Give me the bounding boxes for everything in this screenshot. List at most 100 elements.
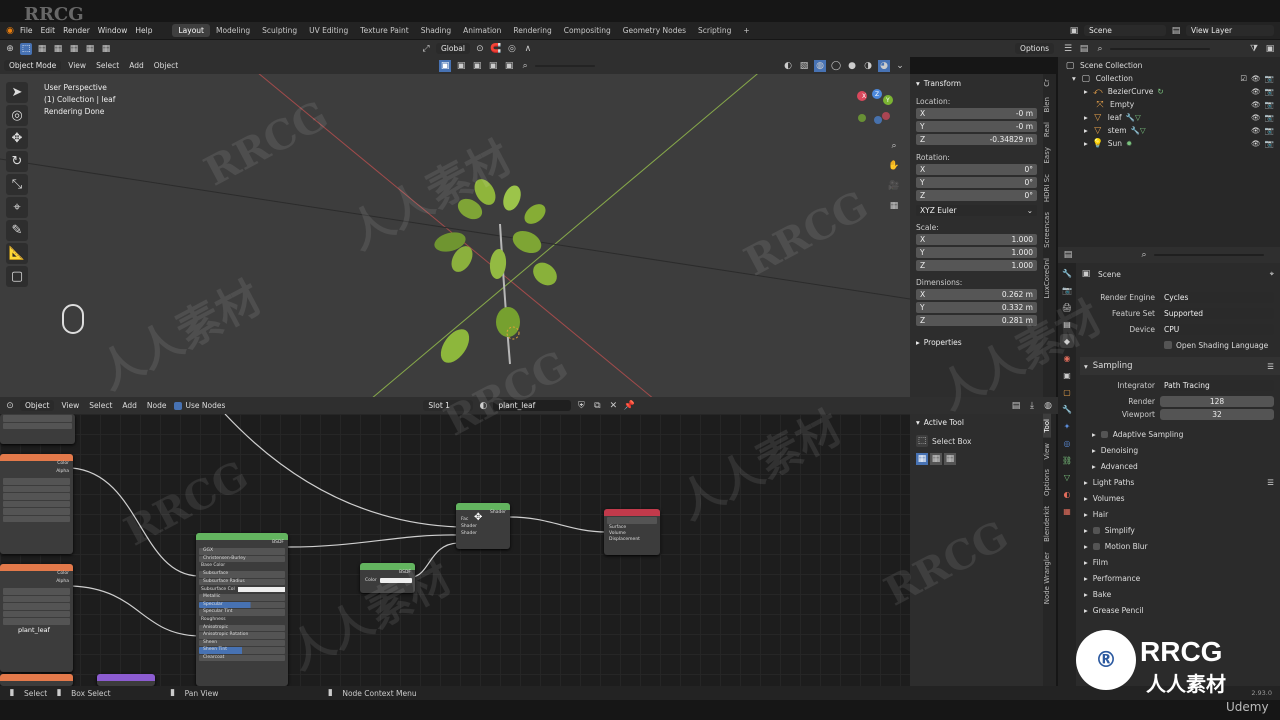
props-search-field[interactable] bbox=[1154, 254, 1264, 256]
pin-icon[interactable]: ⌖ bbox=[1270, 269, 1274, 279]
unlink-icon[interactable]: ✕ bbox=[607, 400, 619, 412]
collection-row[interactable]: ▾ ▢ Collection ☑ 👁 📷 bbox=[1064, 72, 1274, 85]
sheen-field[interactable]: Sheen bbox=[199, 639, 285, 646]
mode-extend-icon[interactable]: ▦ bbox=[930, 453, 942, 465]
tab-tool[interactable]: Tool bbox=[1043, 414, 1051, 438]
eye-icon[interactable]: 👁 bbox=[1251, 139, 1261, 148]
active-tool-header[interactable]: ▾ Active Tool bbox=[916, 418, 1037, 427]
blender-logo-icon[interactable]: ◉ bbox=[4, 25, 16, 37]
particle-props-icon[interactable]: ✦ bbox=[1060, 419, 1074, 433]
scale-tool-icon[interactable]: ⤡ bbox=[6, 174, 28, 195]
viewport-samples-field[interactable]: 32 bbox=[1160, 408, 1274, 420]
mode-subtract-icon[interactable]: ▦ bbox=[944, 453, 956, 465]
overlay-icon[interactable]: ◍ bbox=[1042, 400, 1054, 412]
scene-collection-row[interactable]: ▢ Scene Collection bbox=[1064, 59, 1274, 72]
proportional-icon[interactable]: ◎ bbox=[506, 43, 518, 55]
tab-animation[interactable]: Animation bbox=[457, 24, 507, 37]
options-button[interactable]: Options bbox=[1015, 43, 1054, 54]
tab-geometry-nodes[interactable]: Geometry Nodes bbox=[617, 24, 692, 37]
camera-icon[interactable]: 📷 bbox=[1265, 74, 1274, 83]
advanced-section[interactable]: ▸ Advanced bbox=[1080, 458, 1280, 474]
menu-render[interactable]: Render bbox=[59, 26, 94, 35]
overlay-icon[interactable]: ◍ bbox=[814, 59, 826, 72]
vp-menu-object[interactable]: Object bbox=[151, 61, 181, 70]
mode-set-icon[interactable]: ▦ bbox=[916, 453, 928, 465]
tab-uv-editing[interactable]: UV Editing bbox=[303, 24, 354, 37]
filter-icon[interactable]: ⧩ bbox=[1248, 43, 1260, 55]
clearcoat-field[interactable]: Clearcoat bbox=[199, 654, 285, 661]
collection-props-icon[interactable]: ▣ bbox=[1060, 368, 1074, 382]
cursor-tool-icon[interactable]: ◎ bbox=[6, 105, 28, 126]
filter-icon-3[interactable]: ▣ bbox=[471, 60, 483, 72]
annotate-tool-icon[interactable]: ✎ bbox=[6, 220, 28, 241]
grid-view-icon[interactable]: ▦ bbox=[888, 196, 900, 216]
filter-icon-2[interactable]: ▣ bbox=[455, 60, 467, 72]
eye-icon[interactable]: 👁 bbox=[1251, 113, 1261, 122]
rotation-x-field[interactable]: X 0° bbox=[916, 164, 1037, 175]
search-icon[interactable]: ⌕ bbox=[519, 60, 531, 72]
subsurface-color-row[interactable]: Subsurface Col bbox=[196, 586, 288, 593]
tab-compositing[interactable]: Compositing bbox=[558, 24, 617, 37]
eye-icon[interactable]: 👁 bbox=[1251, 74, 1261, 83]
anisotropic-field[interactable]: Anisotropic bbox=[199, 624, 285, 631]
location-z-field[interactable]: Z -0.34829 m bbox=[916, 134, 1037, 145]
pan-hand-icon[interactable]: ✋ bbox=[888, 156, 900, 176]
falloff-icon[interactable]: ∧ bbox=[522, 43, 534, 55]
rotate-tool-icon[interactable]: ↻ bbox=[6, 151, 28, 172]
tab-options[interactable]: Options bbox=[1043, 464, 1051, 501]
rotation-mode-dropdown[interactable]: XYZ Euler ⌄ bbox=[916, 205, 1037, 216]
select-tool-icon[interactable]: ➤ bbox=[6, 82, 28, 103]
image-texture-node-1[interactable]: Color Alpha bbox=[0, 454, 73, 554]
filter-icon-4[interactable]: ▣ bbox=[487, 60, 499, 72]
mode-icon-5[interactable]: ▦ bbox=[100, 43, 112, 55]
eye-icon[interactable]: 👁 bbox=[1251, 126, 1261, 135]
checkbox-icon[interactable]: ☑ bbox=[1240, 74, 1247, 83]
distribution-dropdown[interactable]: GGX bbox=[199, 548, 285, 555]
specular-field[interactable]: Specular bbox=[199, 601, 285, 608]
constraint-props-icon[interactable]: ⛓ bbox=[1060, 453, 1074, 467]
tab-screencast[interactable]: Screencas bbox=[1043, 207, 1051, 253]
light-paths-panel[interactable]: ▸ Light Paths ☰ bbox=[1080, 474, 1280, 490]
dimensions-x-field[interactable]: X 0.262 m bbox=[916, 289, 1037, 300]
film-panel[interactable]: ▸ Film bbox=[1080, 554, 1280, 570]
vp-menu-view[interactable]: View bbox=[65, 61, 89, 70]
measure-tool-icon[interactable]: 📐 bbox=[6, 243, 28, 264]
sheen-tint-field[interactable]: Sheen Tint bbox=[199, 647, 285, 654]
select-box-tool[interactable]: ⬚ Select Box bbox=[916, 435, 1037, 447]
scale-y-field[interactable]: Y 1.000 bbox=[916, 247, 1037, 258]
hair-panel[interactable]: ▸ Hair bbox=[1080, 506, 1280, 522]
outliner-item-empty[interactable]: ⤧ Empty 👁 📷 bbox=[1064, 98, 1274, 111]
menu-edit[interactable]: Edit bbox=[37, 26, 60, 35]
ne-menu-node[interactable]: Node bbox=[144, 401, 170, 410]
tab-layout[interactable]: Layout bbox=[172, 24, 210, 37]
camera-icon[interactable]: 📷 bbox=[1265, 87, 1274, 96]
filter-icon-1[interactable]: ▣ bbox=[439, 59, 452, 72]
tab-sculpting[interactable]: Sculpting bbox=[256, 24, 303, 37]
ne-menu-view[interactable]: View bbox=[58, 401, 82, 410]
rotation-z-field[interactable]: Z 0° bbox=[916, 190, 1037, 201]
ne-menu-select[interactable]: Select bbox=[86, 401, 115, 410]
outliner-item-leaf[interactable]: ▸ ▽ leaf 🔧▽ 👁 📷 bbox=[1064, 111, 1274, 124]
render-samples-field[interactable]: 128 bbox=[1160, 395, 1274, 407]
outliner-search-icon[interactable]: ⌕ bbox=[1094, 43, 1106, 55]
camera-icon[interactable]: 📷 bbox=[1265, 126, 1274, 135]
menu-window[interactable]: Window bbox=[94, 26, 132, 35]
outliner-search-field[interactable] bbox=[1110, 47, 1210, 50]
outliner-item-stem[interactable]: ▸ ▽ stem 🔧▽ 👁 📷 bbox=[1064, 124, 1274, 137]
mode-icon-3[interactable]: ▦ bbox=[68, 43, 80, 55]
duplicate-icon[interactable]: ⧉ bbox=[591, 400, 603, 412]
feature-set-dropdown[interactable]: Supported bbox=[1160, 307, 1274, 319]
props-search-icon[interactable]: ⌕ bbox=[1138, 249, 1150, 261]
anisotropic-rotation-field[interactable]: Anisotropic Rotation bbox=[199, 632, 285, 639]
grease-pencil-panel[interactable]: ▸ Grease Pencil bbox=[1080, 602, 1280, 618]
object-mode-dropdown[interactable]: Object Mode bbox=[4, 60, 62, 71]
tab-blenderkit[interactable]: Blenderkit bbox=[1043, 501, 1051, 547]
location-x-field[interactable]: X -0 m bbox=[916, 108, 1037, 119]
camera-icon[interactable]: 📷 bbox=[1265, 139, 1274, 148]
scene-selector[interactable]: Scene bbox=[1084, 25, 1166, 36]
subsurface-method-dropdown[interactable]: Christensen-Burley bbox=[199, 555, 285, 562]
properties-editor-icon[interactable]: ▤ bbox=[1062, 249, 1074, 261]
tool-props-icon[interactable]: 🔧 bbox=[1060, 266, 1074, 280]
transform-header[interactable]: ▾ Transform bbox=[916, 77, 1037, 89]
tab-hdri[interactable]: HDRI Sc bbox=[1043, 169, 1051, 207]
